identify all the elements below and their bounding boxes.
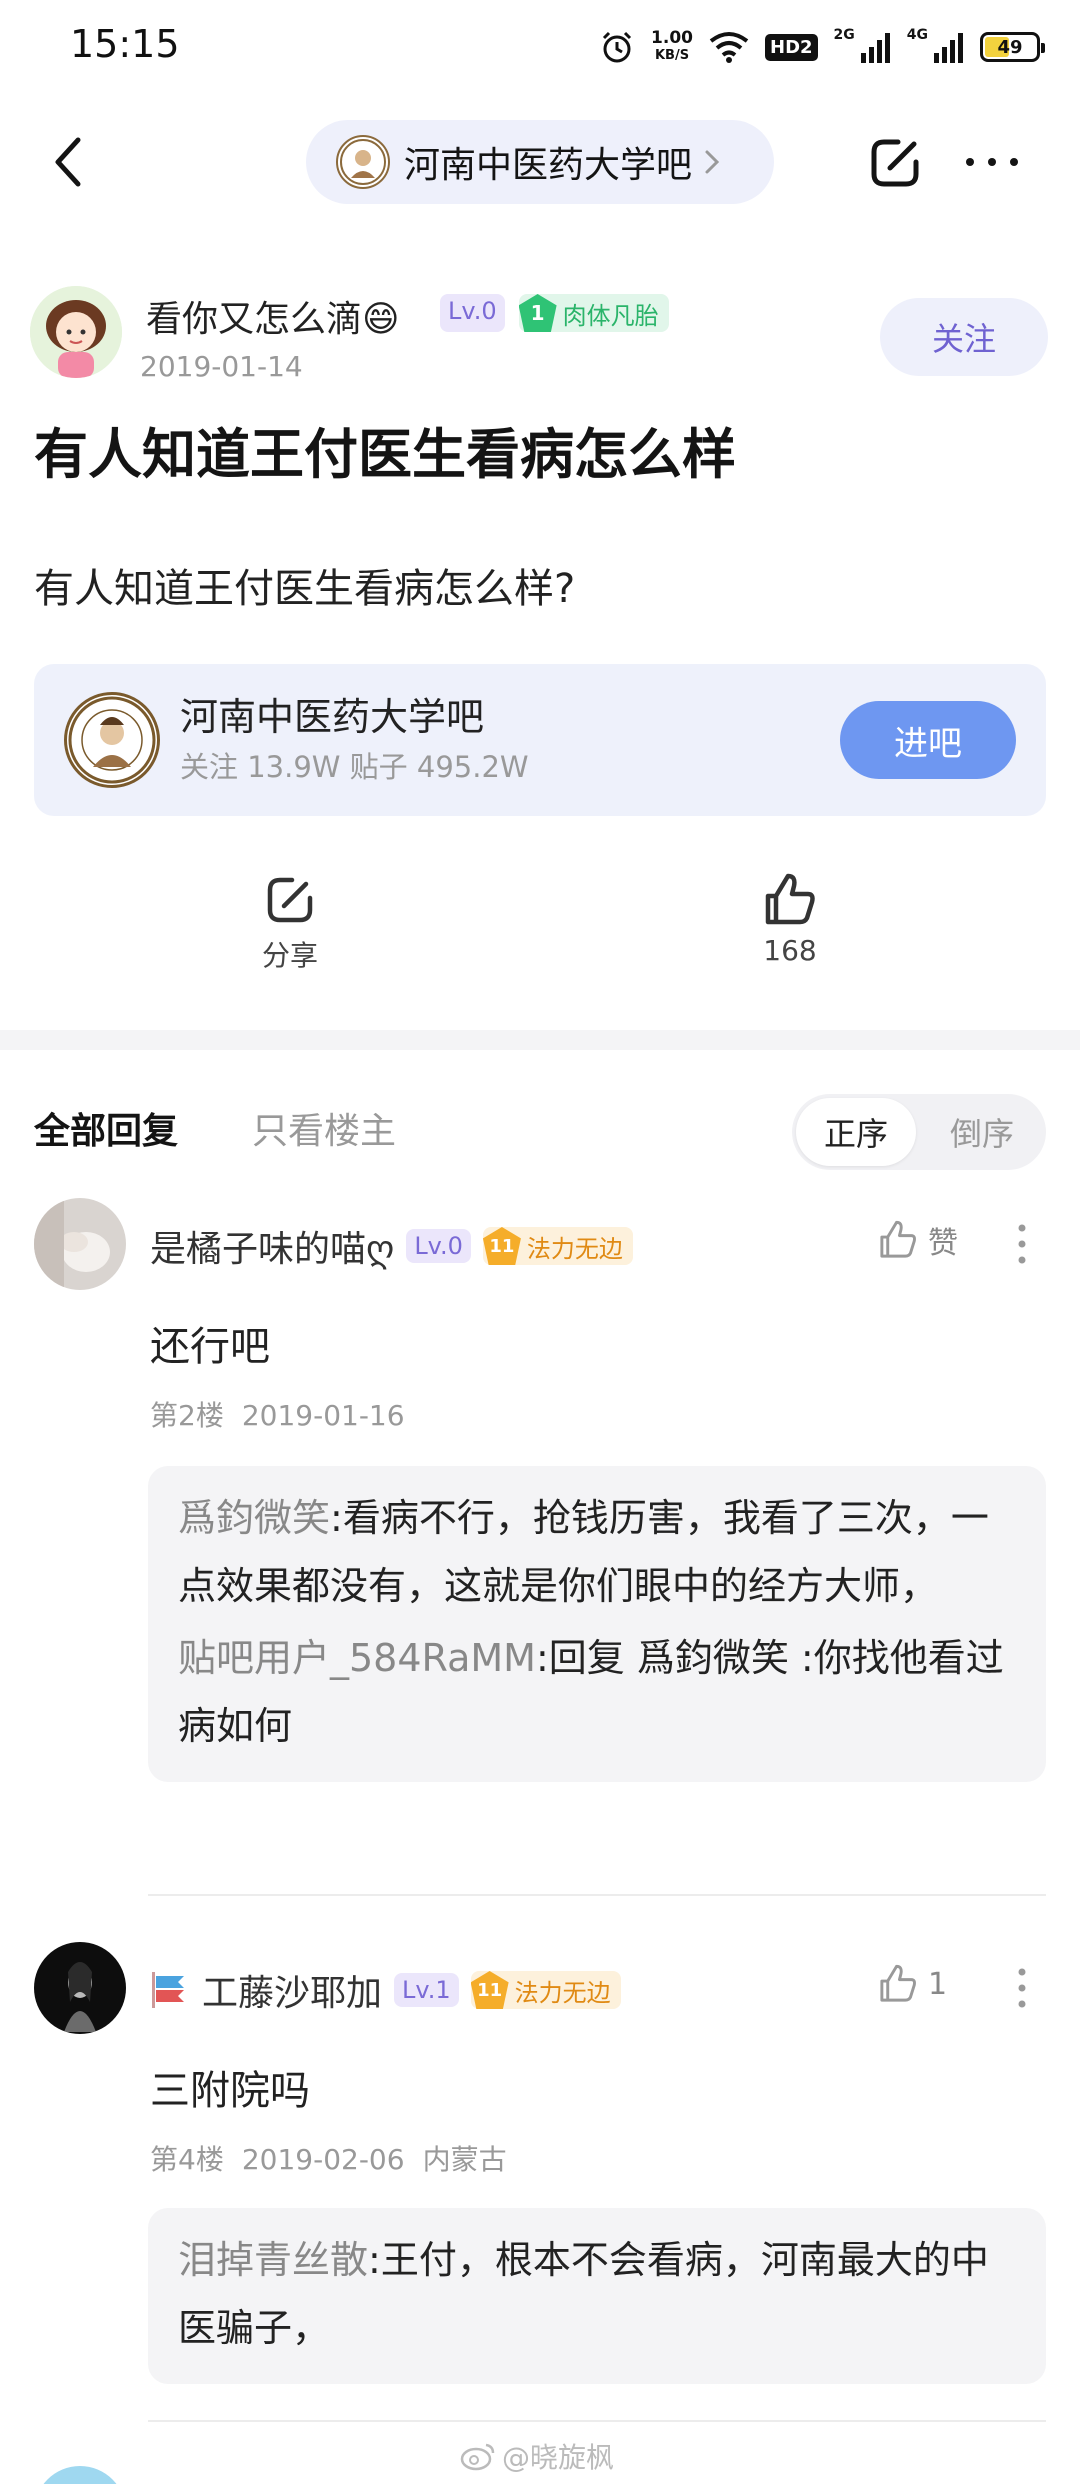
sub-reply-user[interactable]: 爲鈞微笑 xyxy=(178,1496,330,1540)
signal-2-label: 4G xyxy=(906,27,928,43)
reply-text: 三附院吗 xyxy=(150,2068,310,2114)
signal-1-icon xyxy=(860,33,890,63)
forum-logo-icon xyxy=(64,692,160,788)
enter-forum-button[interactable]: 进吧 xyxy=(840,701,1016,779)
like-button[interactable]: 168 xyxy=(730,870,850,967)
reply-divider xyxy=(148,2420,1046,2422)
forum-card-name: 河南中医药大学吧 xyxy=(180,695,485,739)
section-divider xyxy=(0,1030,1080,1050)
rank-badge: 11 法力无边 xyxy=(470,1971,621,2009)
share-label: 分享 xyxy=(261,939,318,972)
post-author-badges: Lv.0 1 肉体凡胎 xyxy=(440,294,669,332)
watermark: @晓旋枫 xyxy=(460,2436,614,2476)
tab-owner-only[interactable]: 只看楼主 xyxy=(252,1102,396,1154)
rank-badge: 1 肉体凡胎 xyxy=(518,294,669,332)
reply-item: 是橘子味的喵ღ Lv.0 11 法力无边 赞 还行吧 第2楼 2019-01-16 … xyxy=(0,1198,1080,1896)
post-body: 有人知道王付医生看病怎么样? xyxy=(34,566,576,612)
reply-floor: 第2楼 xyxy=(150,1399,224,1432)
reply-like-button[interactable]: 1 xyxy=(876,1962,947,2006)
nav-bar: 河南中医药大学吧 xyxy=(0,110,1080,214)
reply-meta: 第4楼 2019-02-06 内蒙古 xyxy=(150,2138,525,2178)
signal-1-label: 2G xyxy=(833,27,855,43)
forum-logo-icon xyxy=(336,135,390,189)
reply-header: 工藤沙耶加 Lv.1 11 法力无边 xyxy=(150,1964,621,2016)
chevron-right-icon xyxy=(705,150,720,174)
avatar[interactable] xyxy=(30,286,122,378)
sub-reply: 贴吧用户_584RaMM:回复 爲鈞微笑 :你找他看过病如何 xyxy=(178,1624,1016,1760)
rank-gem-icon: 1 xyxy=(518,294,557,332)
status-icons: 1.00 KB/S HD2 2G 4G 49 xyxy=(599,22,1045,72)
reply-user-name[interactable]: 是橘子味的喵ღ xyxy=(150,1220,394,1272)
thumbs-up-icon xyxy=(880,1964,916,2002)
level-badge: Lv.1 xyxy=(394,1973,459,2007)
rank-badge: 11 法力无边 xyxy=(482,1227,633,1265)
like-count: 168 xyxy=(763,934,817,967)
forum-pill[interactable]: 河南中医药大学吧 xyxy=(306,120,774,204)
more-icon[interactable] xyxy=(962,152,1022,172)
reply-floor: 第4楼 xyxy=(150,2143,224,2176)
signal-2-icon xyxy=(934,33,963,63)
rank-gem-icon: 11 xyxy=(470,1971,509,2009)
hd-badge: HD2 xyxy=(765,33,818,61)
back-icon[interactable] xyxy=(40,132,100,192)
reply-divider xyxy=(148,1894,1046,1896)
net-speed: 1.00 KB/S xyxy=(651,28,693,64)
forum-card-stats: 关注 13.9W 贴子 495.2W xyxy=(180,750,529,784)
post-author-name[interactable]: 看你又怎么滴😄 xyxy=(146,290,400,342)
alarm-icon xyxy=(602,31,632,63)
sub-reply-user[interactable]: 贴吧用户_584RaMM xyxy=(178,1636,536,1680)
thumbs-up-icon xyxy=(880,1220,916,1258)
sub-replies-box[interactable]: 爲鈞微笑:看病不行，抢钱历害，我看了三次，一点效果都没有，这就是你们眼中的经方大… xyxy=(148,1466,1046,1782)
avatar[interactable] xyxy=(34,2466,126,2484)
reply-user-name[interactable]: 工藤沙耶加 xyxy=(202,1964,382,2016)
reply-location: 内蒙古 xyxy=(422,2143,507,2176)
post-author-row: 看你又怎么滴😄 Lv.0 1 肉体凡胎 2019-01-14 关注 xyxy=(30,286,1050,386)
follow-button[interactable]: 关注 xyxy=(880,298,1048,376)
rank-gem-icon: 11 xyxy=(482,1227,521,1265)
sub-replies-box[interactable]: 泪掉青丝散:王付，根本不会看病，河南最大的中医骗子， xyxy=(148,2208,1046,2384)
level-badge: Lv.0 xyxy=(440,294,505,332)
reply-date: 2019-02-06 xyxy=(241,2143,405,2176)
thumbs-up-icon xyxy=(765,873,815,925)
sub-reply: 泪掉青丝散:王付，根本不会看病，河南最大的中医骗子， xyxy=(178,2226,1016,2362)
reply-date: 2019-01-16 xyxy=(241,1399,405,1432)
reply-text: 还行吧 xyxy=(150,1324,270,1370)
more-vertical-icon[interactable] xyxy=(1010,1222,1034,1266)
forum-pill-name: 河南中医药大学吧 xyxy=(404,145,693,186)
share-button[interactable]: 分享 xyxy=(230,870,350,974)
reply-meta: 第2楼 2019-01-16 xyxy=(150,1394,423,1434)
reply-item: 工藤沙耶加 Lv.1 11 法力无边 1 三附院吗 第4楼 2019-02-06 内蒙… xyxy=(0,1942,1080,2422)
post-date: 2019-01-14 xyxy=(140,350,303,383)
forum-card[interactable]: 河南中医药大学吧 关注 13.9W 贴子 495.2W 进吧 xyxy=(34,664,1046,816)
reply-header: 是橘子味的喵ღ Lv.0 11 法力无边 xyxy=(150,1220,633,1272)
weibo-icon xyxy=(460,2443,495,2471)
sort-toggle: 正序 倒序 xyxy=(792,1094,1046,1170)
sub-reply-user[interactable]: 泪掉青丝散 xyxy=(178,2238,368,2282)
reply-tabs: 全部回复 只看楼主 正序 倒序 xyxy=(0,1060,1080,1180)
level-badge: Lv.0 xyxy=(406,1229,471,1263)
reply-like-button[interactable]: 赞 xyxy=(876,1218,958,1262)
sort-asc-button[interactable]: 正序 xyxy=(796,1098,916,1166)
sort-desc-button[interactable]: 倒序 xyxy=(922,1098,1042,1166)
share-icon xyxy=(267,877,313,923)
wifi-icon xyxy=(709,32,749,63)
avatar[interactable] xyxy=(34,1198,126,1290)
status-time: 15:15 xyxy=(70,22,180,66)
status-bar: 15:15 1.00 KB/S HD2 2G 4G 49 xyxy=(0,0,1080,96)
battery-icon: 49 xyxy=(980,32,1045,62)
flag-icon xyxy=(152,1972,184,2008)
avatar[interactable] xyxy=(34,1942,126,2034)
tab-all-replies[interactable]: 全部回复 xyxy=(34,1102,178,1154)
sub-reply: 爲鈞微笑:看病不行，抢钱历害，我看了三次，一点效果都没有，这就是你们眼中的经方大… xyxy=(178,1484,1016,1620)
post-title: 有人知道王付医生看病怎么样 xyxy=(34,423,736,486)
edit-icon[interactable] xyxy=(866,132,926,192)
more-vertical-icon[interactable] xyxy=(1010,1966,1034,2010)
